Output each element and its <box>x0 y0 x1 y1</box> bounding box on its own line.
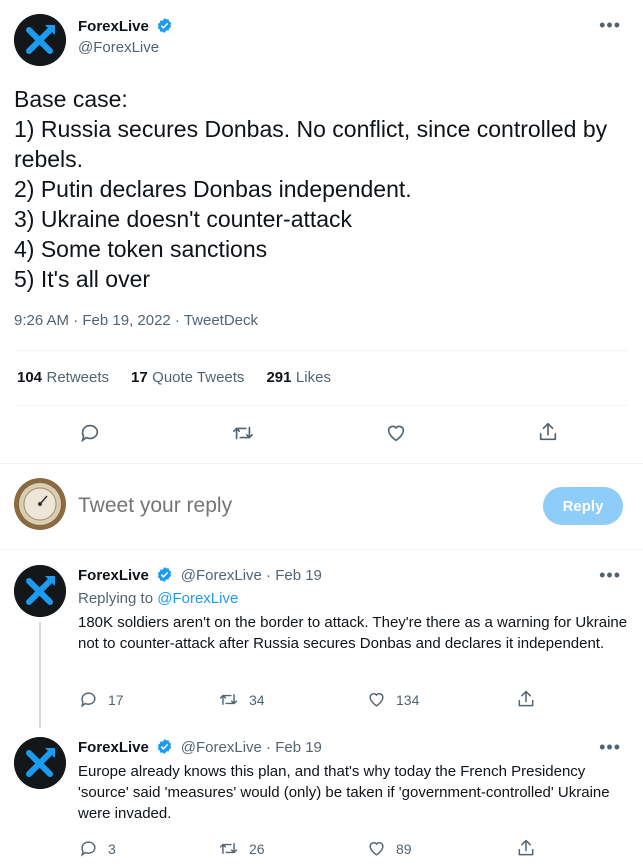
forexlive-logo-icon <box>14 565 66 617</box>
verified-badge-icon <box>158 739 172 754</box>
reply-submit-button[interactable]: Reply <box>543 487 623 525</box>
forexlive-logo-icon <box>14 737 66 789</box>
retweet-count: 26 <box>249 840 265 857</box>
author-name[interactable]: ForexLive <box>78 18 149 35</box>
divider <box>0 463 643 464</box>
reply-button[interactable]: 17 <box>79 690 124 709</box>
likes-stat[interactable]: 291 Likes <box>266 369 331 387</box>
reply-handle-date[interactable]: @ForexLive · Feb 19 <box>181 739 322 756</box>
reply-bubble-icon <box>81 692 96 708</box>
heart-icon <box>387 425 405 442</box>
tweet-stats: 104 Retweets 17 Quote Tweets 291 Likes <box>17 369 331 387</box>
share-icon <box>518 839 534 856</box>
retweet-button[interactable]: 34 <box>218 690 265 709</box>
more-dots-icon[interactable]: ••• <box>599 566 621 584</box>
reply-input[interactable] <box>78 490 498 522</box>
quote-tweets-stat[interactable]: 17 Quote Tweets <box>131 369 244 387</box>
share-button[interactable] <box>537 421 559 448</box>
divider <box>16 350 627 351</box>
more-dots-icon[interactable]: ••• <box>599 738 621 756</box>
verified-badge-icon <box>158 18 172 33</box>
reply-text: 180K soldiers aren't on the border to at… <box>78 614 628 652</box>
divider <box>0 549 643 550</box>
divider <box>16 405 627 406</box>
heart-icon <box>369 693 384 707</box>
replying-to: Replying to @ForexLive <box>78 590 239 607</box>
retweet-count: 34 <box>249 691 265 708</box>
like-button[interactable]: 89 <box>367 839 412 858</box>
share-icon <box>518 690 534 707</box>
reply-button[interactable] <box>79 422 101 449</box>
retweet-icon <box>219 694 238 705</box>
forexlive-logo-icon <box>14 14 66 66</box>
like-button[interactable] <box>385 422 407 449</box>
reply-bubble-icon <box>81 841 96 857</box>
retweets-stat[interactable]: 104 Retweets <box>17 369 109 387</box>
barometer-avatar-icon <box>14 478 66 530</box>
reply-author-name[interactable]: ForexLive <box>78 739 149 756</box>
reply-count: 3 <box>108 840 116 857</box>
more-dots-icon[interactable]: ••• <box>599 16 621 34</box>
like-button[interactable]: 134 <box>367 690 419 709</box>
tweet-timestamp[interactable]: 9:26 AM · Feb 19, 2022 · TweetDeck <box>14 312 258 329</box>
reply-author-name[interactable]: ForexLive <box>78 567 149 584</box>
reply-text: Europe already knows this plan, and that… <box>78 763 610 822</box>
like-count: 89 <box>396 840 412 857</box>
reply-author-avatar[interactable] <box>14 565 66 617</box>
retweet-icon <box>233 426 253 440</box>
retweet-button[interactable] <box>231 422 255 449</box>
like-count: 134 <box>396 691 420 708</box>
retweet-icon <box>219 843 238 854</box>
author-block: ForexLive @ForexLive <box>78 17 173 56</box>
reply-bubble-icon <box>81 424 99 443</box>
share-button[interactable] <box>516 689 536 714</box>
share-icon <box>539 422 557 441</box>
tweet-text: Base case: 1) Russia secures Donbas. No … <box>14 86 608 292</box>
reply-handle-date[interactable]: @ForexLive · Feb 19 <box>181 567 322 584</box>
author-handle[interactable]: @ForexLive <box>78 39 173 56</box>
reply-header: ForexLive @ForexLive · Feb 19 <box>78 566 623 585</box>
author-avatar[interactable] <box>14 14 66 66</box>
replying-to-link[interactable]: @ForexLive <box>157 590 238 607</box>
reply-author-avatar[interactable] <box>14 737 66 789</box>
reply-header: ForexLive @ForexLive · Feb 19 <box>78 738 623 757</box>
retweet-button[interactable]: 26 <box>218 839 265 858</box>
reply-button[interactable]: 3 <box>79 839 116 858</box>
heart-icon <box>369 842 384 856</box>
user-avatar[interactable] <box>14 478 66 530</box>
share-button[interactable] <box>516 838 536 863</box>
verified-badge-icon <box>158 567 172 582</box>
reply-count: 17 <box>108 691 124 708</box>
thread-line <box>39 622 41 728</box>
